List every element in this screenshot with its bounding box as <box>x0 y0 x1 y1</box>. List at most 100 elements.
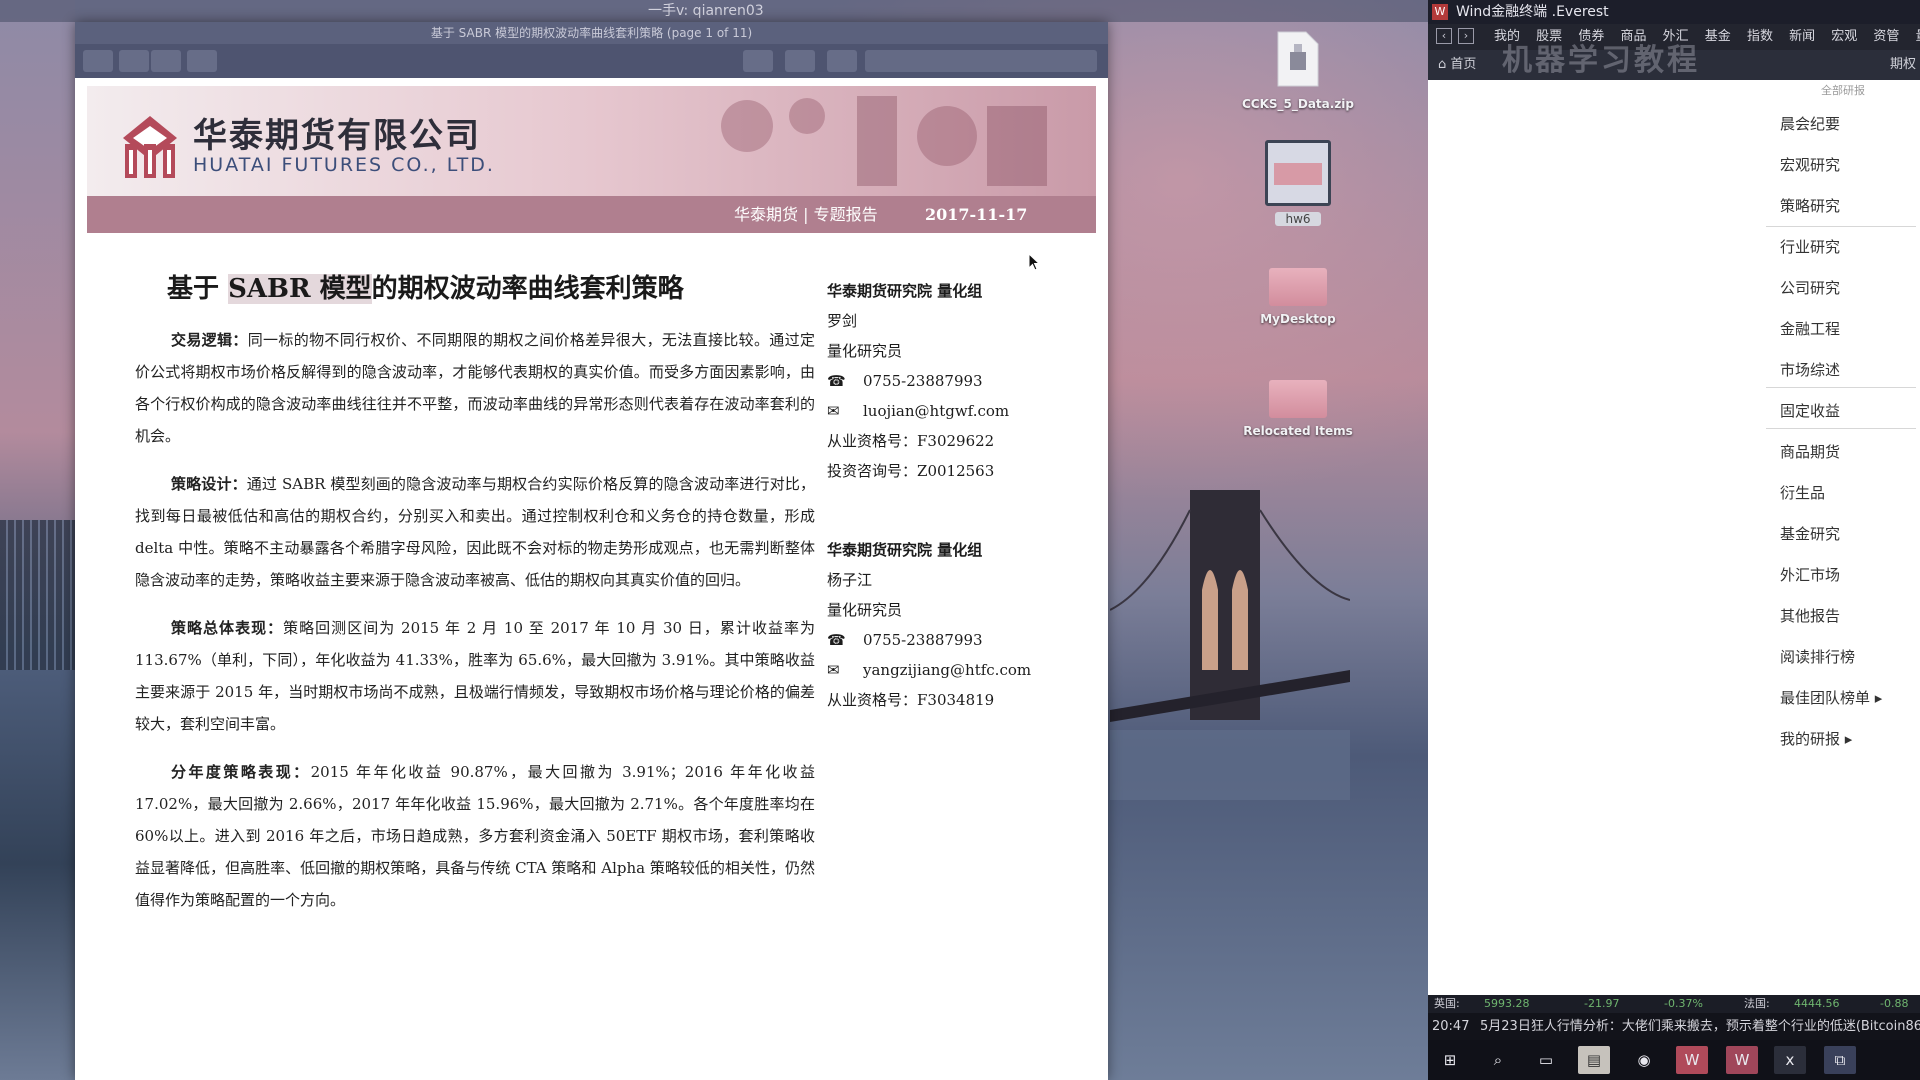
markup-button[interactable] <box>785 50 815 72</box>
desktop-icon-label: MyDesktop <box>1260 312 1336 326</box>
chrome-icon[interactable]: ◉ <box>1628 1046 1660 1074</box>
tab-home-label: 首页 <box>1450 57 1477 72</box>
author-role: 量化研究员 <box>827 342 903 360</box>
file-explorer-icon[interactable]: ▤ <box>1578 1046 1610 1074</box>
market-status-bar: 英国: 5993.28 -21.97 -0.37% 法国: 4444.56 -0… <box>1428 995 1920 1013</box>
menu-item[interactable]: 新闻 <box>1789 29 1815 44</box>
fr-index-value: 4444.56 <box>1794 997 1840 1010</box>
license-label: 从业资格号： <box>827 432 918 450</box>
mouse-cursor-icon <box>1028 253 1040 271</box>
author-phone-row: ☎ 0755-23887993 <box>827 625 1097 655</box>
wallpaper-bridge <box>1110 490 1350 800</box>
sidebar-item[interactable]: 行业研究 <box>1780 236 1840 257</box>
pdf-toolbar <box>75 44 1108 78</box>
search-icon[interactable]: ⌕ <box>1482 1046 1514 1074</box>
report-banner-bar: 华泰期货 | 专题报告 2017-11-17 <box>87 196 1096 233</box>
sidebar-item[interactable]: 商品期货 <box>1780 441 1840 462</box>
paragraph-label: 分年度策略表现： <box>171 763 311 781</box>
author-license-row: 从业资格号： F3029622 <box>827 426 1097 456</box>
pdf-viewer-window[interactable]: 基于 SABR 模型的期权波动率曲线套利策略 (page 1 of 11) 华泰… <box>75 22 1108 1080</box>
author-card: 华泰期货研究院 量化组 罗剑 量化研究员 ☎ 0755-23887993 ✉ luo… <box>827 276 1097 486</box>
uk-index-pct: -0.37% <box>1664 997 1703 1010</box>
sidebar-item[interactable]: 金融工程 <box>1780 318 1840 339</box>
wind-terminal-window[interactable]: W Wind金融终端 .Everest ‹ › 我的 股票 债券 商品 外汇 基… <box>1428 0 1920 1040</box>
news-ticker[interactable]: 20:47 5月23日狂人行情分析：大佬们乘来搬去，预示着整个行业的低迷(Bit… <box>1428 1013 1920 1040</box>
sidebar-item[interactable]: 基金研究 <box>1780 523 1840 544</box>
menu-item[interactable]: 指数 <box>1747 29 1773 44</box>
wind-app-icon[interactable]: W <box>1676 1046 1708 1074</box>
search-input[interactable] <box>865 50 1097 72</box>
menu-item[interactable]: 我的 <box>1494 29 1520 44</box>
author-name: 罗剑 <box>827 312 858 330</box>
menu-item[interactable]: 债券 <box>1578 29 1604 44</box>
zoom-out-button[interactable] <box>119 50 149 72</box>
sidebar-item[interactable]: 衍生品 <box>1780 482 1825 503</box>
paragraph-trading-logic: 交易逻辑：同一标的物不同行权价、不同期限的期权之间价格差异很大，无法直接比较。通… <box>135 324 815 452</box>
sidebar-item[interactable]: 策略研究 <box>1780 195 1840 216</box>
license-label: 从业资格号： <box>827 691 918 709</box>
author-role: 量化研究员 <box>827 601 903 619</box>
sidebar-item[interactable]: 最佳团队榜单 ▸ <box>1780 687 1882 708</box>
mail-icon: ✉ <box>827 402 840 420</box>
sidebar-item[interactable]: 我的研报 ▸ <box>1780 728 1852 749</box>
excel-icon[interactable]: x <box>1774 1046 1806 1074</box>
author-consult: Z0012563 <box>917 462 995 480</box>
menu-bar-user-label: 一手v: qianren03 <box>648 3 764 19</box>
menu-item[interactable]: 量化 <box>1916 29 1920 44</box>
rotate-button[interactable] <box>827 50 857 72</box>
task-view-icon[interactable]: ▭ <box>1530 1046 1562 1074</box>
sidebar-item[interactable]: 外汇市场 <box>1780 564 1840 585</box>
back-icon[interactable]: ‹ <box>1436 28 1452 44</box>
menu-item[interactable]: 股票 <box>1536 29 1562 44</box>
document-title: 基于 SABR 模型的期权波动率曲线套利策略 <box>167 268 684 305</box>
paragraph-text: 2015 年年化收益 90.87%，最大回撤为 3.91%；2016 年年化收益… <box>135 763 815 909</box>
wind-app-icon-2[interactable]: W <box>1726 1046 1758 1074</box>
author-email[interactable]: luojian@htgwf.com <box>863 396 1009 426</box>
mail-icon: ✉ <box>827 661 840 679</box>
annotate-button[interactable] <box>743 50 773 72</box>
desktop-icon-label: CCKS_5_Data.zip <box>1241 97 1355 111</box>
wind-window-title: Wind金融终端 .Everest <box>1456 4 1609 20</box>
sidebar-item[interactable]: 其他报告 <box>1780 605 1840 626</box>
wind-title-bar: W Wind金融终端 .Everest <box>1428 0 1920 24</box>
author-phone: 0755-23887993 <box>863 372 983 390</box>
windows-start-icon[interactable]: ⊞ <box>1434 1046 1466 1074</box>
uk-index-change: -21.97 <box>1584 997 1620 1010</box>
paragraph-yearly-performance: 分年度策略表现：2015 年年化收益 90.87%，最大回撤为 3.91%；20… <box>135 756 815 916</box>
report-type: 华泰期货 | 专题报告 <box>734 205 878 224</box>
ticker-time: 20:47 <box>1432 1019 1470 1034</box>
desktop-icon-hw6[interactable]: hw6 <box>1233 140 1363 226</box>
zoom-in-button[interactable] <box>151 50 181 72</box>
menu-item[interactable]: 外汇 <box>1663 29 1689 44</box>
menu-item[interactable]: 商品 <box>1620 29 1646 44</box>
desktop-icon-relocated-items[interactable]: Relocated Items <box>1233 380 1363 438</box>
forward-icon[interactable]: › <box>1458 28 1474 44</box>
report-date: 2017-11-17 <box>925 205 1028 224</box>
author-email-row: ✉ luojian@htgwf.com <box>827 396 1097 426</box>
uk-index-value: 5993.28 <box>1484 997 1530 1010</box>
author-email[interactable]: yangzijiang@htfc.com <box>863 655 1031 685</box>
desktop-icon-ccks-zip[interactable]: CCKS_5_Data.zip <box>1233 30 1363 111</box>
sidebar-item[interactable]: 阅读排行榜 <box>1780 646 1855 667</box>
sidebar-item[interactable]: 市场综述 <box>1780 359 1840 380</box>
tab-options[interactable]: 期权 <box>1890 50 1916 80</box>
menu-item[interactable]: 资管 <box>1873 29 1899 44</box>
tab-home[interactable]: ⌂ 首页 <box>1438 50 1476 80</box>
wallpaper-city <box>0 520 75 670</box>
pdf-page: 华泰期货有限公司 HUATAI FUTURES CO., LTD. 华泰期货 |… <box>75 78 1108 1080</box>
ticker-news[interactable]: 5月23日狂人行情分析：大佬们乘来搬去，预示着整个行业的低迷(Bitcoin86… <box>1480 1013 1920 1040</box>
menu-item[interactable]: 基金 <box>1705 29 1731 44</box>
sidebar-item[interactable]: 晨会纪要 <box>1780 113 1840 134</box>
sidebar-item[interactable]: 公司研究 <box>1780 277 1840 298</box>
share-button[interactable] <box>187 50 217 72</box>
author-phone-row: ☎ 0755-23887993 <box>827 366 1097 396</box>
author-phone: 0755-23887993 <box>863 631 983 649</box>
menu-item[interactable]: 宏观 <box>1831 29 1857 44</box>
sidebar-toggle-button[interactable] <box>83 50 113 72</box>
remote-desktop-icon[interactable]: ⧉ <box>1824 1046 1856 1074</box>
sidebar-item[interactable]: 固定收益 <box>1780 400 1840 421</box>
desktop-icon-mydesktop[interactable]: MyDesktop <box>1233 268 1363 326</box>
sidebar-item[interactable]: 宏观研究 <box>1780 154 1840 175</box>
author-license-row: 从业资格号： F3034819 <box>827 685 1097 715</box>
title-highlight: SABR 模型 <box>228 274 372 304</box>
